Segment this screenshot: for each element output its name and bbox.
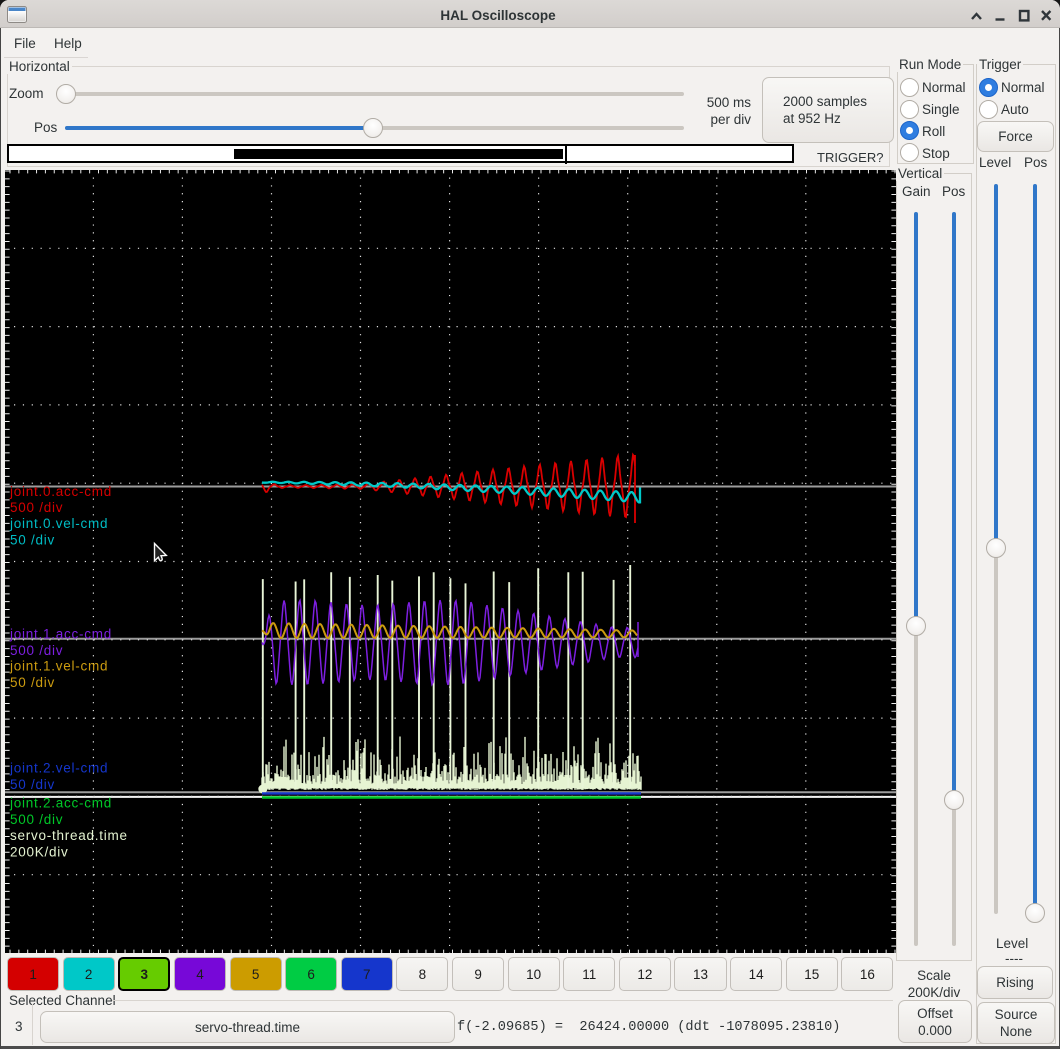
svg-text:joint.0.vel-cmd: joint.0.vel-cmd bbox=[9, 516, 108, 531]
svg-text:servo-thread.time: servo-thread.time bbox=[10, 828, 128, 843]
svg-text:200K/div: 200K/div bbox=[10, 844, 69, 859]
svg-text:joint.2.vel-cmd: joint.2.vel-cmd bbox=[9, 760, 108, 775]
svg-text:joint.1.vel-cmd: joint.1.vel-cmd bbox=[9, 658, 108, 673]
svg-text:joint.0.acc-cmd: joint.0.acc-cmd bbox=[9, 484, 112, 499]
svg-text:50 /div: 50 /div bbox=[10, 675, 55, 690]
svg-text:joint.2.acc-cmd: joint.2.acc-cmd bbox=[9, 795, 112, 810]
svg-text:50 /div: 50 /div bbox=[10, 777, 55, 792]
svg-text:joint.1.acc-cmd: joint.1.acc-cmd bbox=[9, 626, 112, 641]
svg-text:500 /div: 500 /div bbox=[10, 500, 63, 515]
svg-text:500 /div: 500 /div bbox=[10, 812, 63, 827]
svg-text:500 /div: 500 /div bbox=[10, 643, 63, 658]
svg-text:50 /div: 50 /div bbox=[10, 532, 55, 547]
